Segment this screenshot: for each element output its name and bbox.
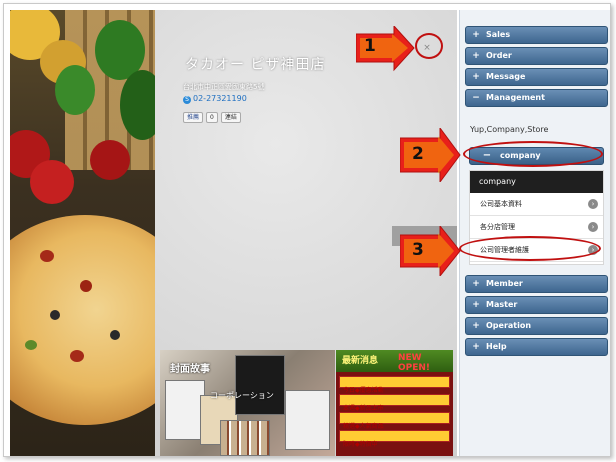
highlight-ring-2 bbox=[463, 141, 603, 167]
nav-management[interactable]: − Management bbox=[465, 89, 608, 107]
plus-icon: + bbox=[472, 72, 480, 82]
plus-icon: + bbox=[472, 321, 480, 331]
highlight-ring-1 bbox=[415, 33, 443, 59]
shop-title: タカオー ピザ神田店 bbox=[185, 57, 326, 73]
nav-message[interactable]: + Message bbox=[465, 68, 608, 86]
share-bar: 推薦 0 連結 bbox=[183, 112, 241, 123]
nav-label: Master bbox=[486, 300, 518, 309]
plus-icon: + bbox=[472, 30, 480, 40]
submenu-label: 公司基本資料 bbox=[480, 200, 522, 208]
nav-label: Sales bbox=[486, 30, 511, 39]
news-banner[interactable]: 最新消息 NEW OPEN! 今日◆優惠活動 本週◆新品上市 精選◆人氣商品 限… bbox=[336, 350, 453, 456]
chevron-right-icon: › bbox=[588, 199, 598, 209]
plus-icon: + bbox=[472, 300, 480, 310]
skype-icon: S bbox=[183, 96, 191, 104]
share-link-button[interactable]: 連結 bbox=[220, 112, 241, 123]
news-row: 今日◆優惠活動 bbox=[343, 387, 384, 394]
news-row: 限時◆特價中 bbox=[343, 441, 378, 448]
screenshot-frame: タカオー ピザ神田店 台北市中正區愛國東路5號 S 02-27321190 推薦 … bbox=[3, 3, 611, 457]
highlight-ring-3 bbox=[459, 236, 601, 261]
shop-address: 台北市中正區愛國東路5號 bbox=[183, 83, 265, 91]
nav-label: Message bbox=[486, 72, 526, 81]
chevron-right-icon: › bbox=[588, 222, 598, 232]
news-banner-title: 最新消息 bbox=[342, 356, 379, 366]
facebook-like-button[interactable]: 推薦 bbox=[183, 112, 204, 123]
cover-story-banner[interactable]: 封面故事 コーポレーション bbox=[160, 350, 335, 456]
plus-icon: + bbox=[472, 279, 480, 289]
cover-story-subtitle: コーポレーション bbox=[210, 391, 274, 400]
nav-label: Management bbox=[486, 93, 545, 102]
nav-operation[interactable]: + Operation bbox=[465, 317, 608, 335]
nav-master[interactable]: + Master bbox=[465, 296, 608, 314]
nav-label: Help bbox=[486, 342, 507, 351]
admin-sidebar: + Sales + Order + Message − Management Yup,C… bbox=[459, 10, 610, 456]
submenu-company-info[interactable]: 公司基本資料 › bbox=[470, 193, 603, 216]
food-photo bbox=[10, 10, 155, 456]
nav-member[interactable]: + Member bbox=[465, 275, 608, 293]
nav-help[interactable]: + Help bbox=[465, 338, 608, 356]
nav-order[interactable]: + Order bbox=[465, 47, 608, 65]
breadcrumb: Yup,Company,Store bbox=[470, 125, 549, 134]
plus-icon: + bbox=[472, 51, 480, 61]
news-row: 精選◆人氣商品 bbox=[343, 423, 384, 430]
cover-story-title: 封面故事 bbox=[170, 364, 210, 375]
news-banner-new: NEW OPEN! bbox=[398, 353, 431, 373]
nav-label: Member bbox=[486, 279, 523, 288]
shop-phone-number: 02-27321190 bbox=[193, 94, 247, 103]
plus-icon: + bbox=[472, 342, 480, 352]
nav-label: Operation bbox=[486, 321, 532, 330]
marker-number: 2 bbox=[412, 144, 424, 164]
submenu-label: 各分店管理 bbox=[480, 223, 515, 231]
news-row: 本週◆新品上市 bbox=[343, 405, 384, 412]
minus-icon: − bbox=[472, 93, 480, 103]
nav-sales[interactable]: + Sales bbox=[465, 26, 608, 44]
shop-phone[interactable]: S 02-27321190 bbox=[183, 94, 247, 104]
marker-number: 1 bbox=[364, 36, 376, 56]
nav-label: Order bbox=[486, 51, 512, 60]
marker-number: 3 bbox=[412, 240, 424, 260]
submenu-header: company bbox=[470, 171, 603, 193]
share-count: 0 bbox=[206, 112, 218, 123]
